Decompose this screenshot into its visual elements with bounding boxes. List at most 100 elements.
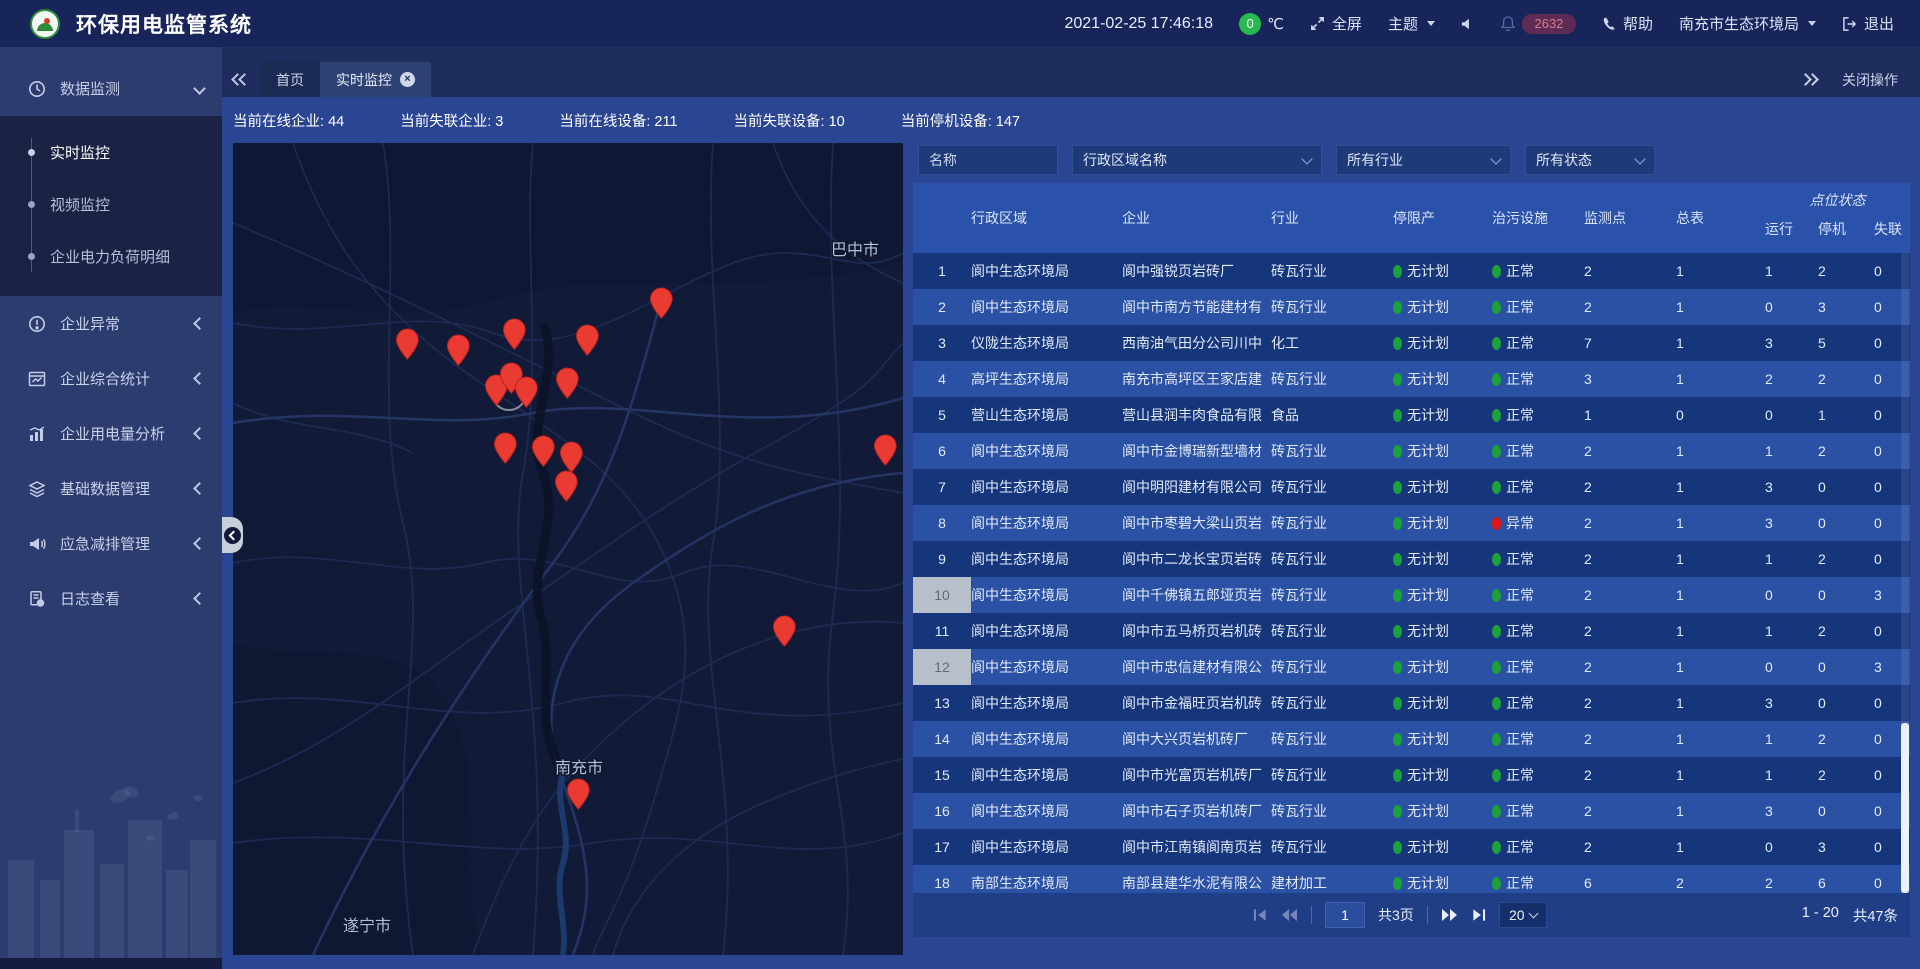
cell-monitor-count: 2 [1584, 613, 1676, 649]
cell-company: 阆中市金博瑞新型墙材 [1122, 433, 1271, 469]
tabs-scroll-left-button[interactable] [222, 62, 260, 97]
cell-stop-count: 1 [1818, 397, 1874, 433]
cell-region: 阆中生态环境局 [971, 289, 1122, 325]
sidebar-item-chart[interactable]: 企业用电量分析 [0, 406, 222, 461]
table-row[interactable]: 7阆中生态环境局阆中明阳建材有限公司砖瓦行业无计划正常21300 [913, 469, 1910, 505]
col-header-lost: 失联 [1874, 217, 1910, 253]
row-index: 4 [913, 361, 971, 397]
table-row[interactable]: 4高坪生态环境局南充市高坪区王家店建砖瓦行业无计划正常31220 [913, 361, 1910, 397]
prev-page-button[interactable] [1281, 908, 1298, 922]
col-header-industry: 行业 [1271, 183, 1393, 253]
sidebar-item-log[interactable]: 日志查看 [0, 571, 222, 626]
table-scrollbar-thumb[interactable] [1901, 723, 1909, 893]
sidebar-subitem[interactable]: 视频监控 [0, 178, 222, 230]
status-dot-icon [1492, 373, 1501, 386]
cell-company: 阆中市金福旺页岩机砖 [1122, 685, 1271, 721]
status-dot-icon [1393, 805, 1402, 818]
table-row[interactable]: 8阆中生态环境局阆中市枣碧大梁山页岩砖瓦行业无计划异常21300 [913, 505, 1910, 541]
table-scrollbar [1901, 253, 1909, 893]
table-row[interactable]: 6阆中生态环境局阆中市金博瑞新型墙材砖瓦行业无计划正常21120 [913, 433, 1910, 469]
row-index: 17 [913, 829, 971, 865]
caret-down-icon [1427, 21, 1435, 26]
tabs-scroll-right-button[interactable] [1802, 75, 1816, 84]
cell-facility-status: 正常 [1492, 541, 1584, 577]
table-row[interactable]: 3仪陇生态环境局西南油气田分公司川中化工无计划正常71350 [913, 325, 1910, 361]
sidebar-menu: 数据监测实时监控视频监控企业电力负荷明细企业异常企业综合统计企业用电量分析基础数… [0, 47, 222, 626]
cell-region: 阆中生态环境局 [971, 577, 1122, 613]
table-row[interactable]: 15阆中生态环境局阆中市光富页岩机砖厂砖瓦行业无计划正常21120 [913, 757, 1910, 793]
cell-industry: 建材加工 [1271, 865, 1393, 893]
chevron-left-icon [193, 537, 206, 550]
map-panel[interactable]: 巴中市南充市遂宁市 [233, 143, 903, 955]
pagination-divider [1311, 906, 1312, 924]
fullscreen-button[interactable]: 全屏 [1310, 13, 1362, 34]
cell-industry: 砖瓦行业 [1271, 289, 1393, 325]
name-search-input[interactable] [918, 145, 1058, 175]
cell-stop-count: 0 [1818, 685, 1874, 721]
table-row[interactable]: 11阆中生态环境局阆中市五马桥页岩机砖砖瓦行业无计划正常21120 [913, 613, 1910, 649]
tab-realtime-monitor[interactable]: 实时监控 × [320, 62, 431, 97]
tab-home[interactable]: 首页 [260, 62, 320, 97]
table-row[interactable]: 1阆中生态环境局阆中强锐页岩砖厂砖瓦行业无计划正常21120 [913, 253, 1910, 289]
notifications-button[interactable]: 2632 [1501, 14, 1576, 34]
first-page-button[interactable] [1253, 908, 1268, 922]
total-records-label: 共47条 [1853, 905, 1898, 926]
table-row[interactable]: 17阆中生态环境局阆中市江南镇阆南页岩砖瓦行业无计划正常21030 [913, 829, 1910, 865]
cell-industry: 化工 [1271, 325, 1393, 361]
table-row[interactable]: 12阆中生态环境局阆中市忠信建材有限公砖瓦行业无计划正常21003 [913, 649, 1910, 685]
status-dot-icon [1492, 589, 1501, 602]
sidebar-item-clock[interactable]: 数据监测 [0, 61, 222, 116]
page-size-select[interactable]: 20 [1499, 902, 1547, 928]
table-row[interactable]: 13阆中生态环境局阆中市金福旺页岩机砖砖瓦行业无计划正常21300 [913, 685, 1910, 721]
status-select[interactable]: 所有状态 [1525, 145, 1655, 175]
table-row[interactable]: 10阆中生态环境局阆中千佛镇五郎垭页岩砖瓦行业无计划正常21003 [913, 577, 1910, 613]
table-row[interactable]: 16阆中生态环境局阆中市石子页岩机砖厂砖瓦行业无计划正常21300 [913, 793, 1910, 829]
cell-facility-status: 正常 [1492, 613, 1584, 649]
row-index: 13 [913, 685, 971, 721]
last-page-button[interactable] [1471, 908, 1486, 922]
help-button[interactable]: 帮助 [1602, 13, 1653, 34]
col-group-point-status: 点位状态 运行 停机 失联 [1765, 183, 1910, 253]
mute-button[interactable] [1461, 17, 1475, 31]
status-dot-icon [1492, 769, 1501, 782]
logout-button[interactable]: 退出 [1842, 13, 1894, 34]
table-row[interactable]: 18南部生态环境局南部县建华水泥有限公建材加工无计划正常62260 [913, 865, 1910, 893]
sidebar-item-layers[interactable]: 基础数据管理 [0, 461, 222, 516]
sidebar-subitem[interactable]: 实时监控 [0, 126, 222, 178]
table-row[interactable]: 9阆中生态环境局阆中市二龙长宝页岩砖砖瓦行业无计划正常21120 [913, 541, 1910, 577]
cell-run-count: 3 [1765, 505, 1818, 541]
bullet-dot-icon [28, 149, 35, 156]
cell-region: 阆中生态环境局 [971, 829, 1122, 865]
user-dropdown[interactable]: 南充市生态环境局 [1679, 13, 1816, 34]
table-row[interactable]: 2阆中生态环境局阆中市南方节能建材有砖瓦行业无计划正常21030 [913, 289, 1910, 325]
notification-count-badge: 2632 [1522, 14, 1576, 34]
row-index: 9 [913, 541, 971, 577]
row-index: 7 [913, 469, 971, 505]
stat-item: 当前在线设备211 [559, 110, 677, 131]
sidebar-subitem[interactable]: 企业电力负荷明细 [0, 230, 222, 282]
right-panel: 行政区域名称 所有行业 所有状态 行政区域 企业 行业 [913, 143, 1910, 955]
cell-monitor-count: 2 [1584, 469, 1676, 505]
cell-industry: 砖瓦行业 [1271, 361, 1393, 397]
sidebar-item-alert[interactable]: 企业异常 [0, 296, 222, 351]
double-chevron-left-icon [234, 75, 248, 84]
cell-monitor-count: 2 [1584, 649, 1676, 685]
page-number-input[interactable] [1325, 902, 1365, 928]
region-select[interactable]: 行政区域名称 [1072, 145, 1322, 175]
sidebar-item-stats[interactable]: 企业综合统计 [0, 351, 222, 406]
theme-dropdown[interactable]: 主题 [1388, 13, 1435, 34]
status-dot-icon [1492, 481, 1501, 494]
table-row[interactable]: 14阆中生态环境局阆中大兴页岩机砖厂砖瓦行业无计划正常21120 [913, 721, 1910, 757]
close-operations-button[interactable]: 关闭操作 [1842, 70, 1898, 90]
tab-close-icon[interactable]: × [400, 72, 415, 87]
table-row[interactable]: 5营山生态环境局营山县润丰肉食品有限食品无计划正常10010 [913, 397, 1910, 433]
industry-select[interactable]: 所有行业 [1336, 145, 1511, 175]
sidebar-item-megaphone[interactable]: 应急减排管理 [0, 516, 222, 571]
bottom-strip [0, 958, 222, 969]
industry-select-value: 所有行业 [1347, 150, 1403, 170]
map-collapse-button[interactable] [222, 517, 243, 553]
col-header-index [913, 183, 971, 253]
cell-industry: 砖瓦行业 [1271, 649, 1393, 685]
cell-region: 阆中生态环境局 [971, 685, 1122, 721]
next-page-button[interactable] [1441, 908, 1458, 922]
